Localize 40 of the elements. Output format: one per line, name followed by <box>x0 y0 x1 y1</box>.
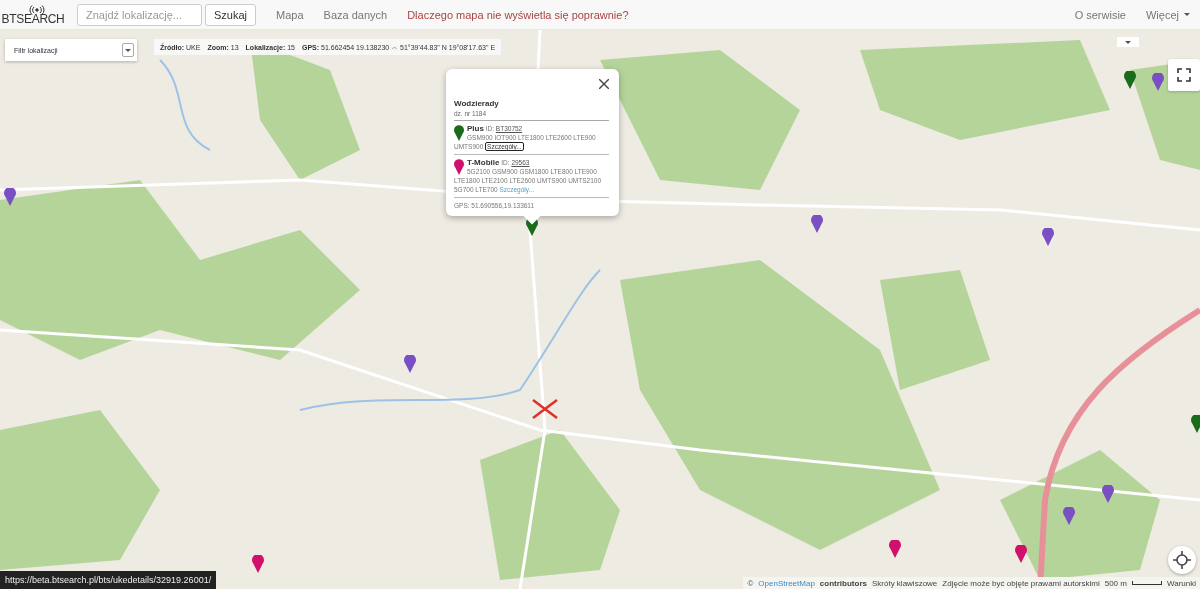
search-field[interactable]: Znajdź lokalizację... <box>77 3 202 26</box>
close-icon <box>599 79 609 89</box>
map-pin[interactable] <box>1152 73 1164 91</box>
nav-link[interactable]: O serwisie <box>1064 8 1136 21</box>
map-pin[interactable] <box>889 540 901 558</box>
scale-label: 500 m <box>1104 578 1127 588</box>
map-pin[interactable] <box>1042 228 1054 246</box>
map-pin[interactable] <box>1015 545 1027 563</box>
layer-dropdown[interactable] <box>1117 37 1139 47</box>
nav-link[interactable]: Dlaczego mapa nie wyświetla się poprawnie? <box>397 8 639 21</box>
osm-link[interactable]: OpenStreetMap <box>758 578 815 588</box>
copyright-text: © <box>747 578 754 588</box>
fullscreen-icon <box>1177 68 1191 82</box>
popup-title: Wodzierady <box>454 99 500 108</box>
map-pin[interactable] <box>1102 485 1114 503</box>
operator-name: T-Mobile <box>467 158 500 167</box>
map-pin[interactable] <box>4 188 16 206</box>
shortcuts-link[interactable]: Skróty klawiszowe <box>871 578 938 588</box>
map-pin[interactable] <box>1191 415 1200 433</box>
terms-link[interactable]: Warunki <box>1166 578 1196 588</box>
map-pin[interactable] <box>1063 507 1075 525</box>
antenna-icon <box>29 4 45 15</box>
close-button[interactable] <box>599 79 609 89</box>
search-button[interactable]: Szukaj <box>205 3 257 26</box>
cross-marker-icon <box>532 399 558 419</box>
nav-link[interactable]: Baza danych <box>313 8 398 21</box>
fullscreen-button[interactable] <box>1168 59 1200 91</box>
map-pin[interactable] <box>1124 71 1136 89</box>
logo[interactable]: BTSEARCH <box>4 4 62 25</box>
operator-name: Plus <box>467 124 484 133</box>
map-pin[interactable] <box>811 215 823 233</box>
nav-link[interactable]: Mapa <box>266 8 314 21</box>
scale-bar-icon <box>1131 581 1162 585</box>
map-pin[interactable] <box>404 355 416 373</box>
imagery-notice: Zdjęcie może być objęte prawami autorskimi <box>942 578 1100 588</box>
map-pin[interactable] <box>252 555 264 573</box>
crosshair-icon <box>1173 551 1191 569</box>
dropdown-menu[interactable]: Więcej <box>1136 8 1200 21</box>
status-url: https://beta.btsearch.pl/bts/ukedetails/32919.26001/ <box>0 571 217 589</box>
contributors-text: contributors <box>819 578 867 588</box>
